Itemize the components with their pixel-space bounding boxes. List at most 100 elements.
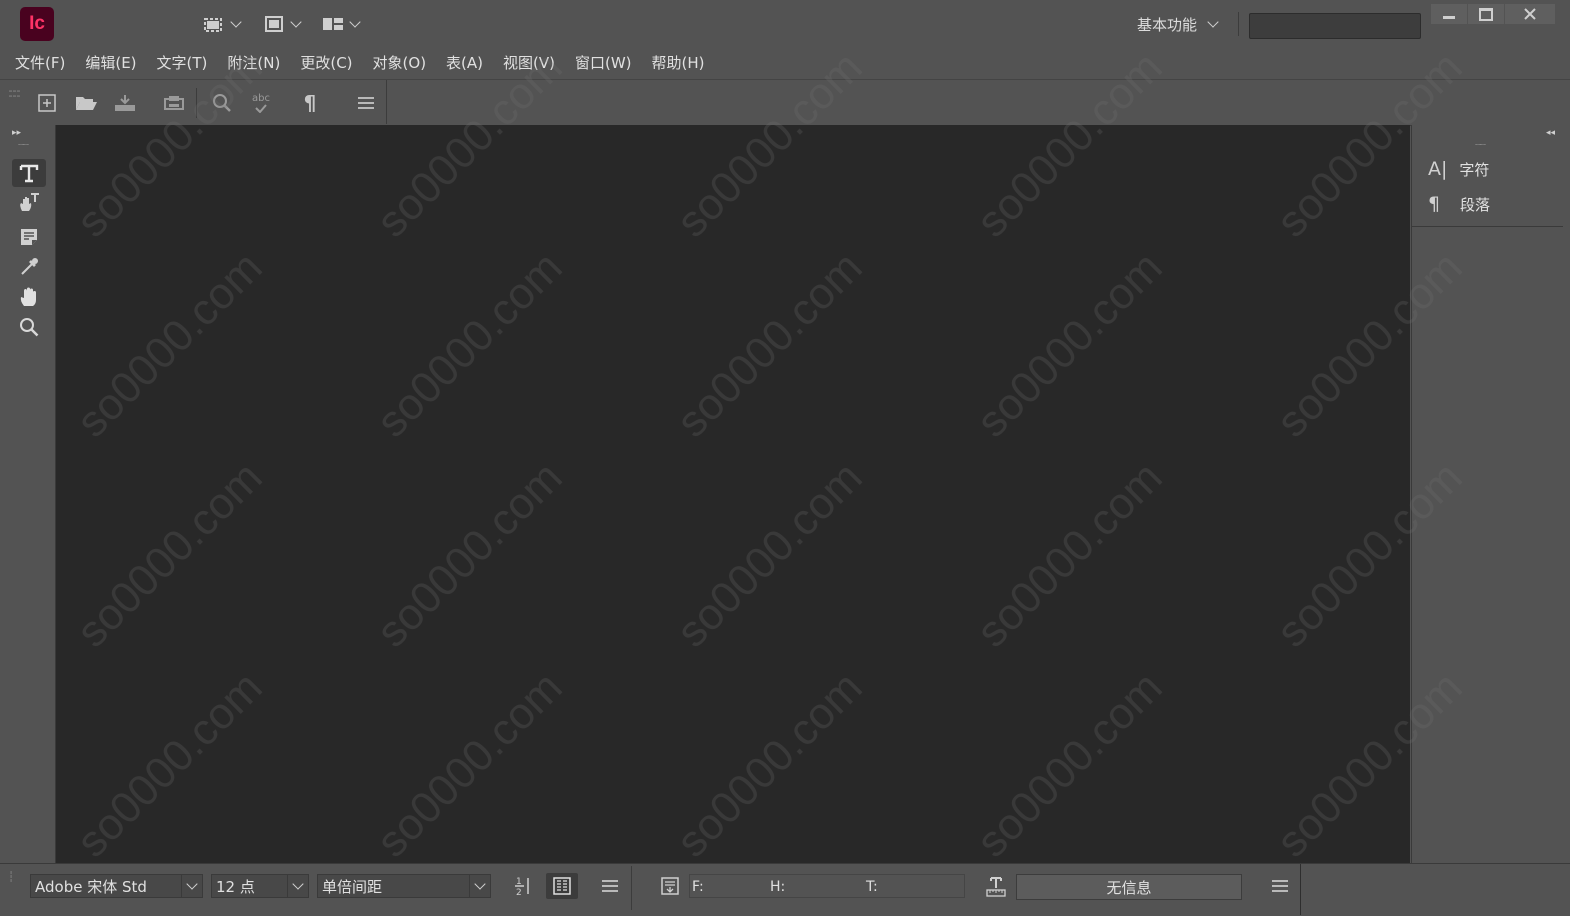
panel-paragraph-label: 段落 xyxy=(1460,195,1491,214)
open-button[interactable] xyxy=(73,90,99,116)
print-button[interactable] xyxy=(161,90,187,116)
save-button[interactable] xyxy=(112,90,138,116)
chevron-down-icon xyxy=(181,875,202,897)
frame-view-dropdown[interactable] xyxy=(202,12,242,36)
spellcheck-text: abc xyxy=(252,92,270,104)
screen-mode-dropdown[interactable] xyxy=(262,12,302,36)
new-document-button[interactable] xyxy=(34,90,60,116)
expand-panel-icon[interactable]: ▸▸ xyxy=(12,128,21,138)
pilcrow-icon: ¶ xyxy=(303,91,317,115)
copyfit-info-text: 无信息 xyxy=(1106,878,1152,897)
print-icon xyxy=(164,96,184,110)
eyedropper-tool[interactable] xyxy=(12,253,46,281)
app-logo: Ic xyxy=(20,7,54,41)
line-spacing-select[interactable]: 单倍间距 xyxy=(317,874,491,898)
fraction-icon: 12 xyxy=(515,877,529,897)
divider xyxy=(386,80,387,124)
close-icon xyxy=(1524,8,1536,20)
workspace-switcher[interactable]: 基本功能 xyxy=(1137,12,1219,36)
menu-table[interactable]: 表(A) xyxy=(436,52,493,73)
line-spacing-value: 单倍间距 xyxy=(322,877,383,896)
statusbar-menu-button-left[interactable] xyxy=(601,879,619,897)
minimize-button[interactable] xyxy=(1431,4,1467,24)
minimize-icon xyxy=(1443,15,1455,19)
hand-icon xyxy=(20,287,36,306)
menu-type[interactable]: 文字(T) xyxy=(147,52,218,73)
menu-bar: 文件(F) 编辑(E) 文字(T) 附注(N) 更改(C) 对象(O) 表(A)… xyxy=(0,48,1570,76)
hamburger-menu-icon xyxy=(358,97,374,109)
arrange-documents-icon xyxy=(323,18,343,30)
search-input[interactable] xyxy=(1249,13,1421,39)
panel-character[interactable]: A| 字符 xyxy=(1428,158,1489,180)
hamburger-menu-icon xyxy=(1272,880,1288,892)
chevron-down-icon xyxy=(287,875,308,897)
new-document-icon xyxy=(38,94,56,112)
collapse-panel-icon[interactable]: ◂◂ xyxy=(1546,128,1555,138)
restore-icon xyxy=(1479,7,1493,21)
chevron-down-icon xyxy=(290,16,302,28)
text-size-button[interactable]: 12 xyxy=(508,873,538,899)
toolbar-menu-button[interactable] xyxy=(353,90,379,116)
toolbar-grip[interactable]: ┆┆ xyxy=(8,88,19,98)
find-button[interactable] xyxy=(209,90,235,116)
copyfit-button[interactable] xyxy=(985,876,1007,902)
paragraph-icon: ¶ xyxy=(1428,193,1441,215)
restore-button[interactable] xyxy=(1468,4,1504,24)
show-hidden-characters-button[interactable]: ¶ xyxy=(297,90,323,116)
panel-grip[interactable]: ┄┄ xyxy=(18,140,29,151)
hamburger-menu-icon xyxy=(602,880,618,892)
note-tool[interactable] xyxy=(12,223,46,251)
chevron-down-icon xyxy=(349,16,361,28)
menu-changes[interactable]: 更改(C) xyxy=(290,52,362,73)
t-label: T: xyxy=(866,879,878,895)
divider xyxy=(1238,12,1239,36)
menu-edit[interactable]: 编辑(E) xyxy=(75,52,146,73)
columns-toggle-button[interactable] xyxy=(546,873,578,899)
statusbar-grip[interactable]: ┆ xyxy=(8,872,14,883)
menu-window[interactable]: 窗口(W) xyxy=(565,52,642,73)
svg-text:2: 2 xyxy=(516,888,522,897)
chevron-down-icon xyxy=(469,875,490,897)
columns-icon xyxy=(553,877,571,895)
divider xyxy=(631,866,632,910)
panel-paragraph[interactable]: ¶ 段落 xyxy=(1428,193,1490,215)
h-label: H: xyxy=(770,879,786,895)
close-button[interactable] xyxy=(1505,4,1555,24)
jump-button[interactable] xyxy=(660,876,680,900)
chevron-down-icon xyxy=(230,16,242,28)
statusbar-menu-button-right[interactable] xyxy=(1271,879,1289,897)
frame-view-icon xyxy=(204,18,222,32)
folder-open-icon xyxy=(76,97,97,110)
note-icon xyxy=(21,229,37,245)
document-area[interactable] xyxy=(56,125,1410,863)
menu-file[interactable]: 文件(F) xyxy=(5,52,75,73)
chevron-down-icon xyxy=(1207,16,1219,28)
menu-object[interactable]: 对象(O) xyxy=(363,52,437,73)
copyfit-info-display: 无信息 xyxy=(1016,874,1242,900)
position-tool[interactable] xyxy=(12,189,46,217)
check-icon xyxy=(255,103,267,113)
menu-view[interactable]: 视图(V) xyxy=(493,52,565,73)
eyedropper-icon xyxy=(21,258,38,275)
spellcheck-button[interactable]: abc xyxy=(248,90,274,116)
right-panel-dock xyxy=(1411,125,1570,863)
zoom-icon xyxy=(20,318,39,337)
font-family-select[interactable]: Adobe 宋体 Std xyxy=(30,874,203,898)
jump-to-icon xyxy=(661,877,679,895)
save-icon xyxy=(115,95,135,111)
zoom-tool[interactable] xyxy=(12,313,46,341)
control-toolbar xyxy=(0,79,1570,126)
font-size-select[interactable]: 12 点 xyxy=(211,874,309,898)
search-icon xyxy=(213,94,231,112)
hand-tool[interactable] xyxy=(12,283,46,311)
arrange-documents-dropdown[interactable] xyxy=(321,12,361,36)
panel-character-label: 字符 xyxy=(1459,160,1490,179)
divider xyxy=(1300,864,1301,915)
menu-help[interactable]: 帮助(H) xyxy=(642,52,715,73)
f-label: F: xyxy=(692,879,704,895)
workspace-label: 基本功能 xyxy=(1137,15,1198,34)
menu-notes[interactable]: 附注(N) xyxy=(217,52,290,73)
hand-with-text-icon xyxy=(20,193,39,211)
font-family-value: Adobe 宋体 Std xyxy=(35,877,147,896)
type-tool[interactable] xyxy=(12,159,46,187)
